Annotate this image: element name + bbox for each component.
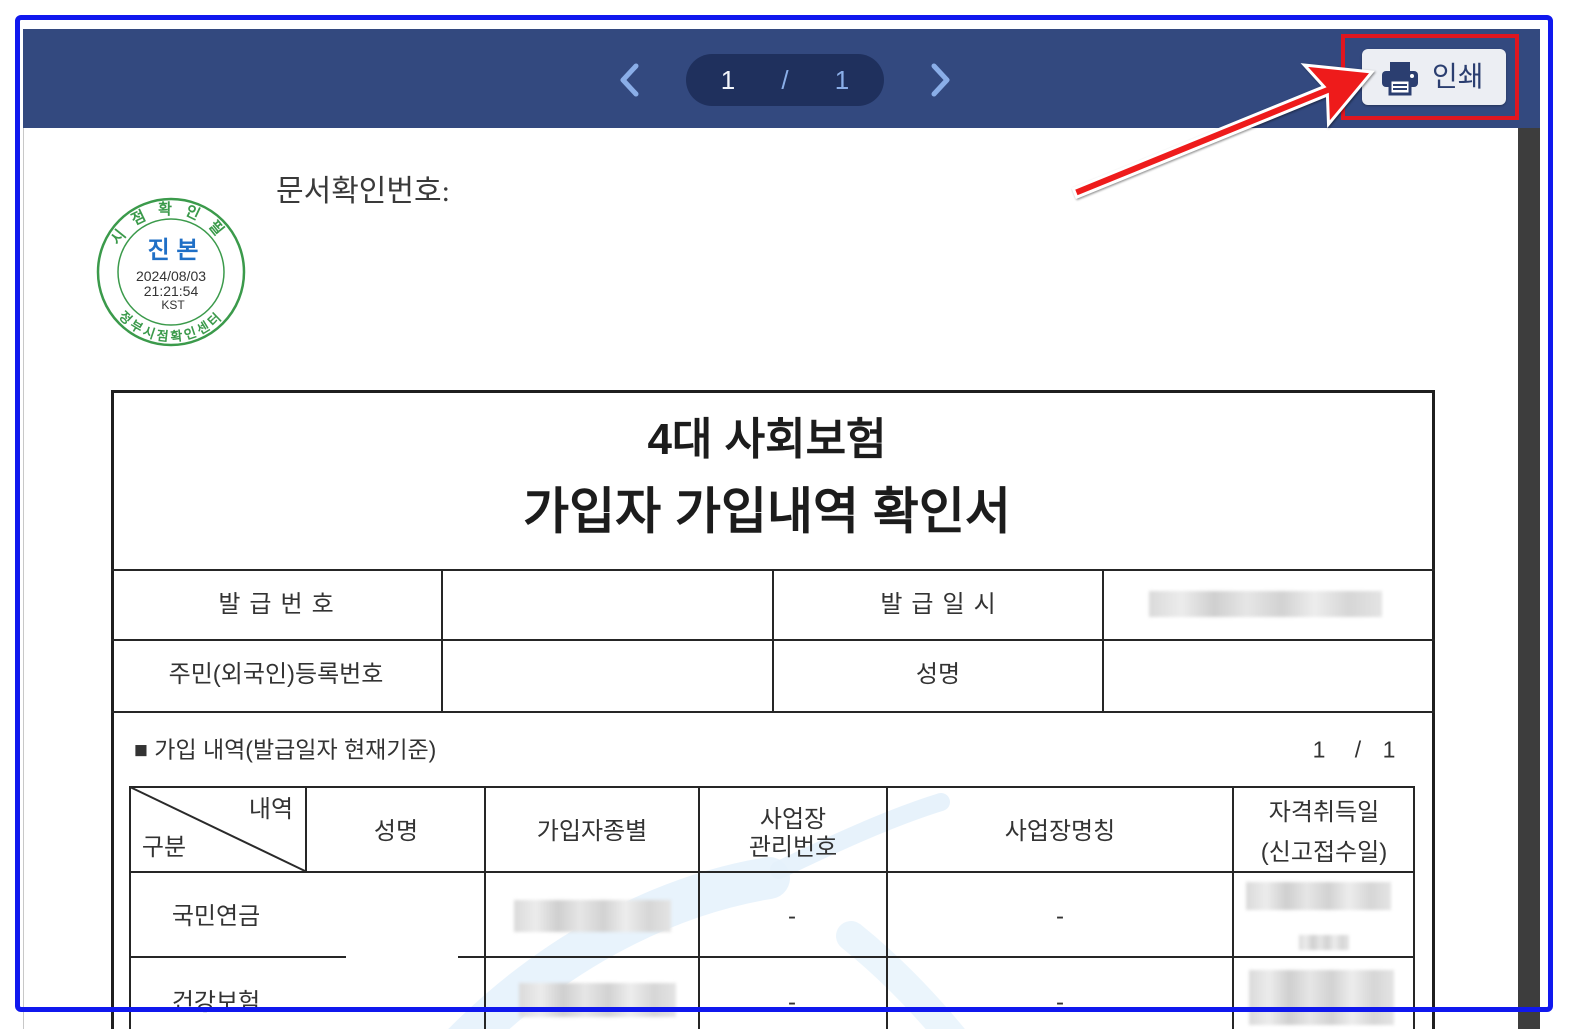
viewer-toolbar: 1 / 1 인쇄 — [23, 29, 1540, 128]
row-workplace-id: - — [788, 988, 796, 1016]
header-corner-bottom: 구분 — [141, 833, 187, 861]
current-page-input[interactable]: 1 — [721, 67, 735, 93]
header-corner-top: 내역 — [248, 795, 294, 823]
issue-datetime-label: 발급일시 — [880, 590, 1005, 618]
name-label: 성명 — [915, 660, 961, 688]
table-rule — [886, 786, 888, 1029]
next-page-button[interactable] — [920, 55, 960, 105]
page-separator: / — [781, 65, 789, 95]
page-indicator: 1 / 1 — [686, 54, 884, 106]
chevron-right-icon — [931, 63, 950, 97]
table-rule — [1232, 786, 1234, 1029]
seal-date: 2024/08/03 — [136, 268, 206, 284]
registration-number-label: 주민(외국인)등록번호 — [168, 660, 384, 688]
header-workplace-id-line2: 관리번호 — [748, 833, 838, 861]
section-page-separator: / — [1354, 736, 1362, 763]
chevron-left-icon — [620, 63, 639, 97]
prev-page-button[interactable] — [610, 55, 650, 105]
header-workplace-name: 사업장명칭 — [1004, 817, 1116, 845]
table-rule — [772, 570, 774, 712]
seal-time: 21:21:54 — [144, 283, 199, 299]
screenshot: 1 / 1 인쇄 문서확인번호: 시점확인필 진 본 2024/08/03 21… — [0, 0, 1570, 1029]
enrollment-section-title: ■ 가입 내역(발급일자 현재기준) — [134, 736, 437, 763]
seal-timezone: KST — [161, 298, 185, 312]
redacted-member-type — [514, 900, 671, 932]
total-pages: 1 — [834, 65, 850, 95]
table-rule — [698, 786, 700, 1029]
redacted-member-type — [519, 983, 676, 1017]
header-name: 성명 — [373, 817, 419, 845]
print-button-label: 인쇄 — [1432, 61, 1484, 92]
table-rule — [441, 570, 443, 712]
seal-center-text: 진 본 — [148, 237, 199, 264]
vertical-scrollbar[interactable] — [1518, 128, 1540, 1029]
redacted-report-date — [1299, 935, 1349, 950]
document-page: 문서확인번호: 시점확인필 진 본 2024/08/03 21:21:54 KS… — [23, 128, 1518, 1029]
table-rule — [458, 956, 1415, 958]
redacted-issue-datetime — [1149, 591, 1382, 617]
printer-icon — [1382, 62, 1418, 96]
authenticity-seal: 시점확인필 진 본 2024/08/03 21:21:54 KST 정부시점확인… — [96, 197, 246, 347]
header-member-type: 가입자종별 — [536, 817, 648, 845]
document-confirmation-number-label: 문서확인번호: — [276, 175, 450, 208]
certificate-table: 4대 사회보험 가입자 가입내역 확인서 발급번호 발급일시 주민(외국인)등록… — [111, 390, 1435, 1029]
enrollment-table: 내역 구분 성명 가입자종별 사업장 관리번호 사업장명칭 자격취득일 (신고접… — [129, 786, 1415, 1029]
table-rule — [484, 786, 486, 1029]
table-rule — [129, 871, 1415, 873]
header-workplace-id-line1: 사업장 — [759, 805, 827, 833]
document-title-line2: 가입자 가입내역 확인서 — [523, 483, 1011, 540]
print-button[interactable]: 인쇄 — [1362, 49, 1506, 105]
issue-number-label: 발급번호 — [218, 590, 343, 618]
header-acquisition-date-line2: (신고접수일) — [1260, 838, 1388, 866]
table-rule — [129, 956, 346, 958]
table-rule — [129, 786, 1415, 788]
header-acquisition-date-line1: 자격취득일 — [1268, 798, 1380, 826]
section-page-current: 1 — [1312, 736, 1326, 763]
table-rule — [1102, 570, 1104, 712]
row-workplace-name: - — [1056, 988, 1064, 1016]
redacted-acquisition-date — [1246, 882, 1391, 910]
document-title-line1: 4대 사회보험 — [647, 414, 887, 464]
section-page-total: 1 — [1382, 736, 1396, 763]
row-workplace-name: - — [1056, 902, 1064, 930]
row-category: 국민연금 — [171, 902, 261, 930]
table-rule — [1413, 786, 1415, 1029]
redacted-acquisition-date — [1249, 970, 1394, 1025]
row-workplace-id: - — [788, 902, 796, 930]
row-category: 건강보험 — [171, 988, 261, 1016]
